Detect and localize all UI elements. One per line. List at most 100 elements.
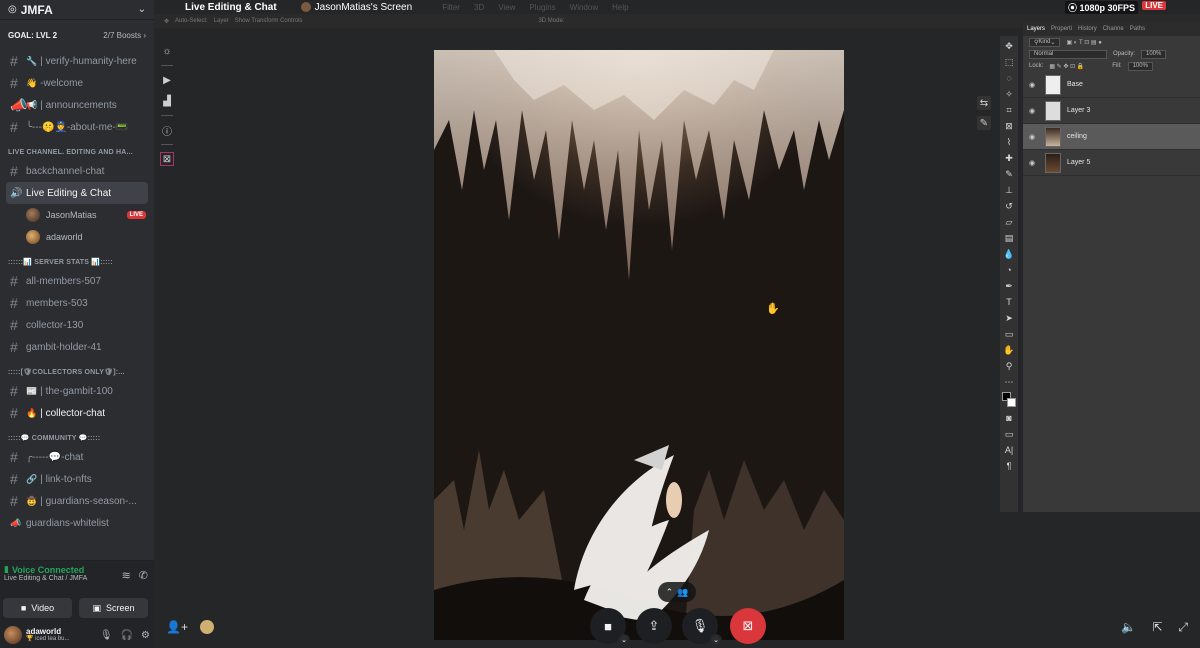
quick-mask-icon: ◙ [1006,413,1012,423]
layers-panel: Layers Properti History Channe Paths ⚲ K… [1023,22,1200,512]
screen-share-button[interactable]: ▣ Screen [79,598,148,618]
chevron-down-icon[interactable]: ⌄ [710,634,722,646]
screen-button-label: Screen [105,603,135,613]
popout-icon[interactable]: ⇱ [1152,620,1162,635]
cave-ceiling-image [434,50,844,280]
avatar [26,230,40,244]
screen-share-icon: ⇪ [648,618,660,633]
channel-label: guardians-whitelist [26,517,109,529]
sharer-label: JasonMatias's Screen [314,1,413,13]
avatar[interactable] [4,626,22,644]
mini-panel-icons: ⇆ ✎ [977,96,991,130]
channel-stat-collector[interactable]: # collector-130 [6,314,148,336]
chevron-down-icon[interactable]: ⌄ [138,4,146,15]
hash-icon: # [10,53,18,69]
screen-icon: ▣ [92,602,101,613]
channel-label: all-members-507 [26,275,102,287]
stop-stream-button[interactable]: ⊠ [730,608,766,644]
screen-share-toggle[interactable]: ⇪ [636,608,672,644]
category-server-stats[interactable]: ::::::📊 SERVER STATS 📊::::: [0,248,154,270]
layer-thumbnail [1045,152,1061,173]
layer-thumbnail [1045,126,1061,147]
marquee-tool-icon: ⬚ [1004,56,1014,67]
add-user-icon[interactable]: 👤+ [166,620,188,634]
disconnect-icon[interactable]: ✆ [139,569,148,582]
boost-goal[interactable]: GOAL: LVL 2 2/7 Boosts › [0,20,154,50]
paragraph-icon: ¶ [1006,461,1012,471]
color-swatch-icon [1002,392,1016,408]
opacity-value: 100% [1141,49,1167,59]
chevron-down-icon[interactable]: ⌄ [618,634,630,646]
blend-row: Normal Opacity: 100% [1023,48,1200,60]
channel-chat[interactable]: # ╭-----💬-chat [6,446,148,468]
channel-link-to-nfts[interactable]: # 🔗 | link-to-nfts [6,468,148,490]
category-community[interactable]: :::::💬 COMMUNITY 💬::::: [0,424,154,446]
channel-about-me[interactable]: # ╰---🤫👮-about-me-📟 [6,116,148,138]
fullscreen-icon[interactable]: ⤢ [1178,620,1188,635]
move-icon: ✥ [164,18,170,25]
camera-button[interactable]: ■ ⌄ [590,608,630,646]
video-button[interactable]: ■ Video [3,598,72,618]
photoshop-toolbar: ✥ ⬚ ◌ ✧ ⌗ ⊠ ⌇ ✚ ✎ ⊥ ↺ ▱ ▤ 💧 ◔ ✒ T ➤ ▭ ✋ … [1000,36,1018,512]
voice-channel-live-editing[interactable]: 🔊 Live Editing & Chat [6,182,148,204]
microphone-icon[interactable]: 🎙 [100,630,113,641]
filter-icons: ▣ ◐ T ⊡ ▤ ● [1066,39,1102,46]
noise-suppression-icon[interactable]: ≋ [122,569,131,582]
layer-thumbnail [1045,100,1061,121]
show-participants-button[interactable]: ⌃ 👥 [658,582,696,602]
history-brush-icon: ↺ [1005,200,1013,211]
menu-help: Help [612,2,629,12]
channel-label: ╭-----💬-chat [26,451,84,463]
tab-paths: Paths [1129,26,1146,32]
server-header[interactable]: ◎ JMFA ⌄ [0,0,154,20]
hash-icon: # [10,273,18,289]
channel-verify[interactable]: # 🔧 | verify-humanity-here [6,50,148,72]
gear-icon[interactable]: ⚙ [141,630,150,641]
channel-emoji: 🔥 [26,407,38,418]
channel-guardians-season[interactable]: # 🤠 | guardians-season-... [6,490,148,512]
avatar[interactable] [199,620,214,634]
channel-stat-all-members[interactable]: # all-members-507 [6,270,148,292]
category-live[interactable]: LIVE CHANNEL. EDITING AND HA... [0,138,154,160]
hash-icon: # [10,75,18,91]
channel-announcements[interactable]: 📣 📢 | announcements [6,94,148,116]
move-tool-icon: ✥ [1005,40,1013,51]
navigator-icon: ⊠ [160,152,174,166]
channel-stat-members[interactable]: # members-503 [6,292,148,314]
category-collectors[interactable]: :::::[🛡COLLECTORS ONLY🛡]:... [0,358,154,380]
channel-emoji: 🔧 [26,55,38,66]
photoshop-canvas [434,50,844,640]
menu-3d: 3D [473,2,485,12]
menu-filter: Filter [442,2,460,12]
channel-guardians-whitelist[interactable]: 📣 guardians-whitelist [6,512,148,534]
opacity-label: Opacity: [1113,51,1136,57]
eraser-icon: ▱ [1005,216,1013,227]
megaphone-icon: 📣 [10,96,28,113]
option-auto-select: Auto-Select: [175,18,208,24]
layer-name: ceiling [1067,133,1087,140]
channel-emoji: 👋 [26,77,38,88]
voice-user-jasonmatias[interactable]: JasonMatias LIVE [26,204,154,226]
adjust-icon: ⇆ [977,96,991,110]
channel-label: | link-to-nfts [40,473,92,485]
channel-label: backchannel-chat [26,165,105,177]
channel-backchannel[interactable]: # backchannel-chat [6,160,148,182]
channel-stat-gambit-holder[interactable]: # gambit-holder-41 [6,336,148,358]
hand-tool-icon: ✋ [1003,344,1015,355]
hash-icon: # [10,449,18,465]
chevron-up-icon: ⌃ [665,586,674,597]
microphone-button[interactable]: 🎙 ⌄ [682,608,722,646]
option-transform: Show Transform Controls [234,18,303,24]
voice-user-adaworld[interactable]: adaworld [26,226,154,248]
hash-icon: # [10,339,18,355]
channel-collector-chat[interactable]: # 🔥 | collector-chat [6,402,148,424]
channel-the-gambit[interactable]: # 📰 | the-gambit-100 [6,380,148,402]
volume-icon[interactable]: 🔈 [1121,620,1136,635]
voice-user-name: adaworld [46,232,83,242]
blur-tool-icon: 💧 [1003,248,1015,259]
zoom-tool-icon: ⚲ [1005,360,1013,371]
channel-welcome[interactable]: # 👋 -welcome [6,72,148,94]
server-icon: ◎ [8,4,17,15]
headphones-icon[interactable]: 🎧 [121,630,133,641]
people-icon: 👥 [677,586,689,597]
